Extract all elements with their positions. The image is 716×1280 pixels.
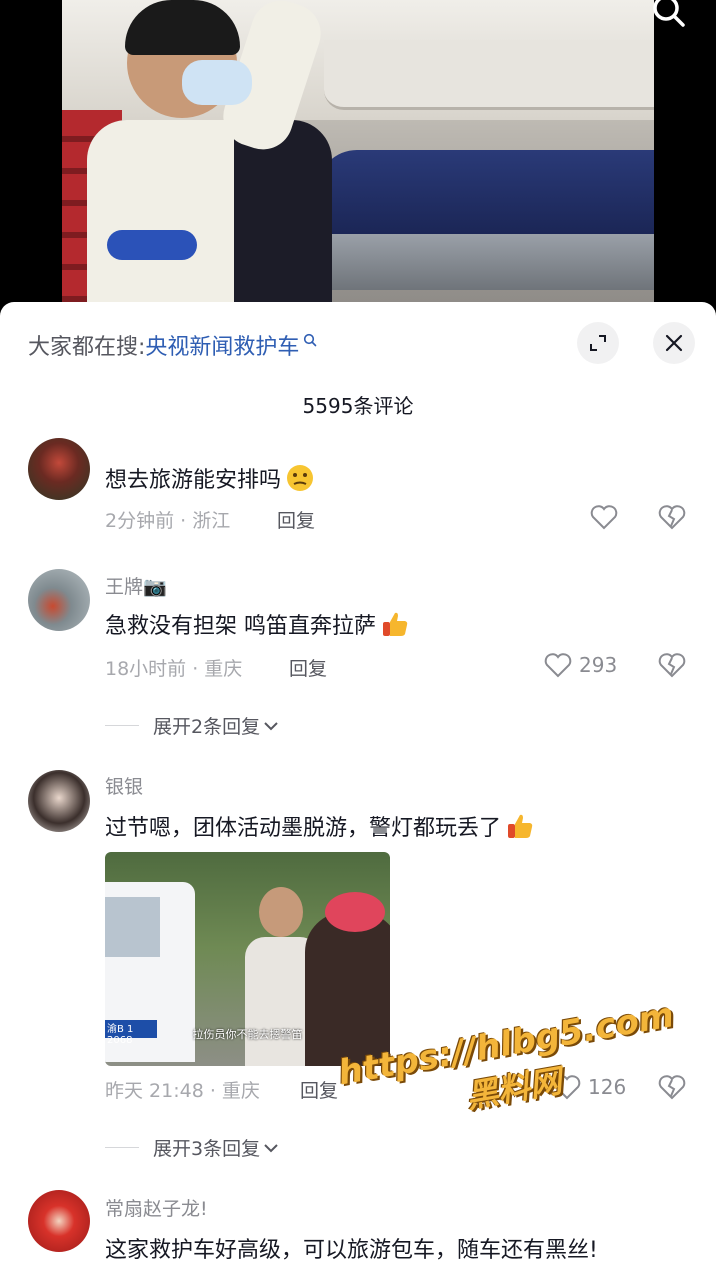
comment-sheet: 大家都在搜: 央视新闻救护车 5595条评论 想去旅游能安排吗 2分钟前 · 浙… [0,302,716,1280]
overhead-bin [324,40,654,110]
reply-button[interactable]: 回复 [277,506,315,533]
comment-text: 过节嗯，团体活动墨脱游，警灯都玩丢了 [105,810,535,842]
reply-button[interactable]: 回复 [300,1076,338,1103]
avatar[interactable] [28,1190,90,1252]
expand-replies-label: 展开3条回复 [153,1138,261,1160]
thumbs-up-icon [505,811,535,841]
photo-woman [305,912,390,1066]
like-count: 126 [588,1075,627,1099]
divider [105,725,139,726]
heart-icon [590,505,618,530]
comment-meta: 昨天 21:48 · 重庆 [105,1080,260,1102]
photo-caption: 拉伤员你不能去摁警笛 [192,1028,303,1041]
chevron-down-icon [264,1143,278,1152]
username[interactable]: 银银 [105,772,143,799]
broken-heart-icon[interactable] [657,650,687,680]
expand-replies-label: 展开2条回复 [153,716,261,738]
avatar[interactable] [28,438,90,500]
fullscreen-button[interactable] [577,322,619,364]
broken-heart-icon[interactable] [657,1072,687,1102]
video-frame [62,0,654,310]
avatar[interactable] [28,569,90,631]
thinking-emoji-icon [285,463,315,493]
divider [105,1147,139,1148]
username[interactable]: 王牌📷 [105,572,167,599]
heart-icon [544,653,572,678]
broken-heart-icon[interactable] [657,502,687,532]
thumbs-up-icon [380,609,410,639]
hot-search-term[interactable]: 央视新闻救护车 [145,329,299,361]
comment-count: 5595条评论 [302,394,414,418]
expand-replies[interactable]: 展开3条回复 [105,1134,280,1161]
like-button[interactable]: 293 [543,650,617,680]
comment-text: 想去旅游能安排吗 [105,462,315,494]
expand-replies[interactable]: 展开2条回复 [105,712,280,739]
comment-meta: 2分钟前 · 浙江 [105,510,231,532]
username[interactable]: 常扇赵子龙! [105,1194,208,1221]
comment-meta: 18小时前 · 重庆 [105,658,243,680]
comment-text: 这家救护车好高级，可以旅游包车，随车还有黑丝! [105,1238,598,1263]
search-icon[interactable] [648,0,688,34]
fullscreen-icon [590,335,606,351]
comment-photo[interactable]: 渝B 1 2068 拉伤员你不能去摁警笛 [105,852,390,1066]
hot-search-bar[interactable]: 大家都在搜: 央视新闻救护车 [28,328,317,362]
video-player[interactable] [0,0,716,310]
close-button[interactable] [653,322,695,364]
heart-icon [553,1075,581,1100]
reply-button[interactable]: 回复 [289,654,327,681]
comment-text: 急救没有担架 鸣笛直奔拉萨 [105,608,410,640]
medic-figure [87,0,332,310]
photo-hat [325,892,385,932]
like-button[interactable]: 126 [552,1072,626,1102]
chevron-down-icon [264,721,278,730]
van-window [105,897,160,957]
stretcher-patient [317,150,654,290]
hot-search-prefix: 大家都在搜: [28,335,146,360]
like-button[interactable] [589,502,619,532]
avatar[interactable] [28,770,90,832]
search-icon [304,333,317,347]
like-count: 293 [579,653,618,677]
close-icon [665,334,683,352]
